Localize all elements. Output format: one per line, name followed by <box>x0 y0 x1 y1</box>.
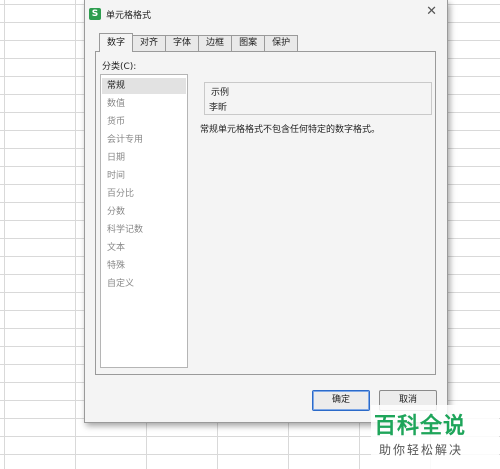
category-item-custom[interactable]: 自定义 <box>102 276 186 292</box>
sample-value: 李昕 <box>209 103 228 113</box>
category-list[interactable]: 常规 数值 货币 会计专用 日期 时间 百分比 分数 科学记数 文本 特殊 自定… <box>100 74 188 368</box>
category-item-date[interactable]: 日期 <box>102 150 186 166</box>
category-item-time[interactable]: 时间 <box>102 168 186 184</box>
watermark-subtitle: 助你轻松解决 <box>379 443 464 457</box>
category-item-percentage[interactable]: 百分比 <box>102 186 186 202</box>
category-item-currency[interactable]: 货币 <box>102 114 186 130</box>
tab-number[interactable]: 数字 <box>99 33 134 52</box>
sample-label: 示例 <box>211 88 230 98</box>
category-item-accounting[interactable]: 会计专用 <box>102 132 186 148</box>
sample-group: 示例 李昕 <box>204 82 432 115</box>
watermark-logo: 百科全说 助你轻松解决 <box>371 405 499 469</box>
watermark-title: 百科全说 <box>374 414 467 439</box>
category-item-scientific[interactable]: 科学记数 <box>102 222 186 238</box>
category-item-general[interactable]: 常规 <box>102 78 186 94</box>
category-label: 分类(C): <box>102 62 137 72</box>
category-item-special[interactable]: 特殊 <box>102 258 186 274</box>
category-item-number[interactable]: 数值 <box>102 96 186 112</box>
format-cells-dialog: S 单元格格式 ✕ 数字 对齐 字体 边框 图案 保护 分类(C): 常规 数值… <box>84 0 448 423</box>
category-item-text[interactable]: 文本 <box>102 240 186 256</box>
category-item-fraction[interactable]: 分数 <box>102 204 186 220</box>
number-tab-panel: 分类(C): 常规 数值 货币 会计专用 日期 时间 百分比 分数 科学记数 文… <box>95 51 436 375</box>
format-description: 常规单元格格式不包含任何特定的数字格式。 <box>200 125 381 135</box>
